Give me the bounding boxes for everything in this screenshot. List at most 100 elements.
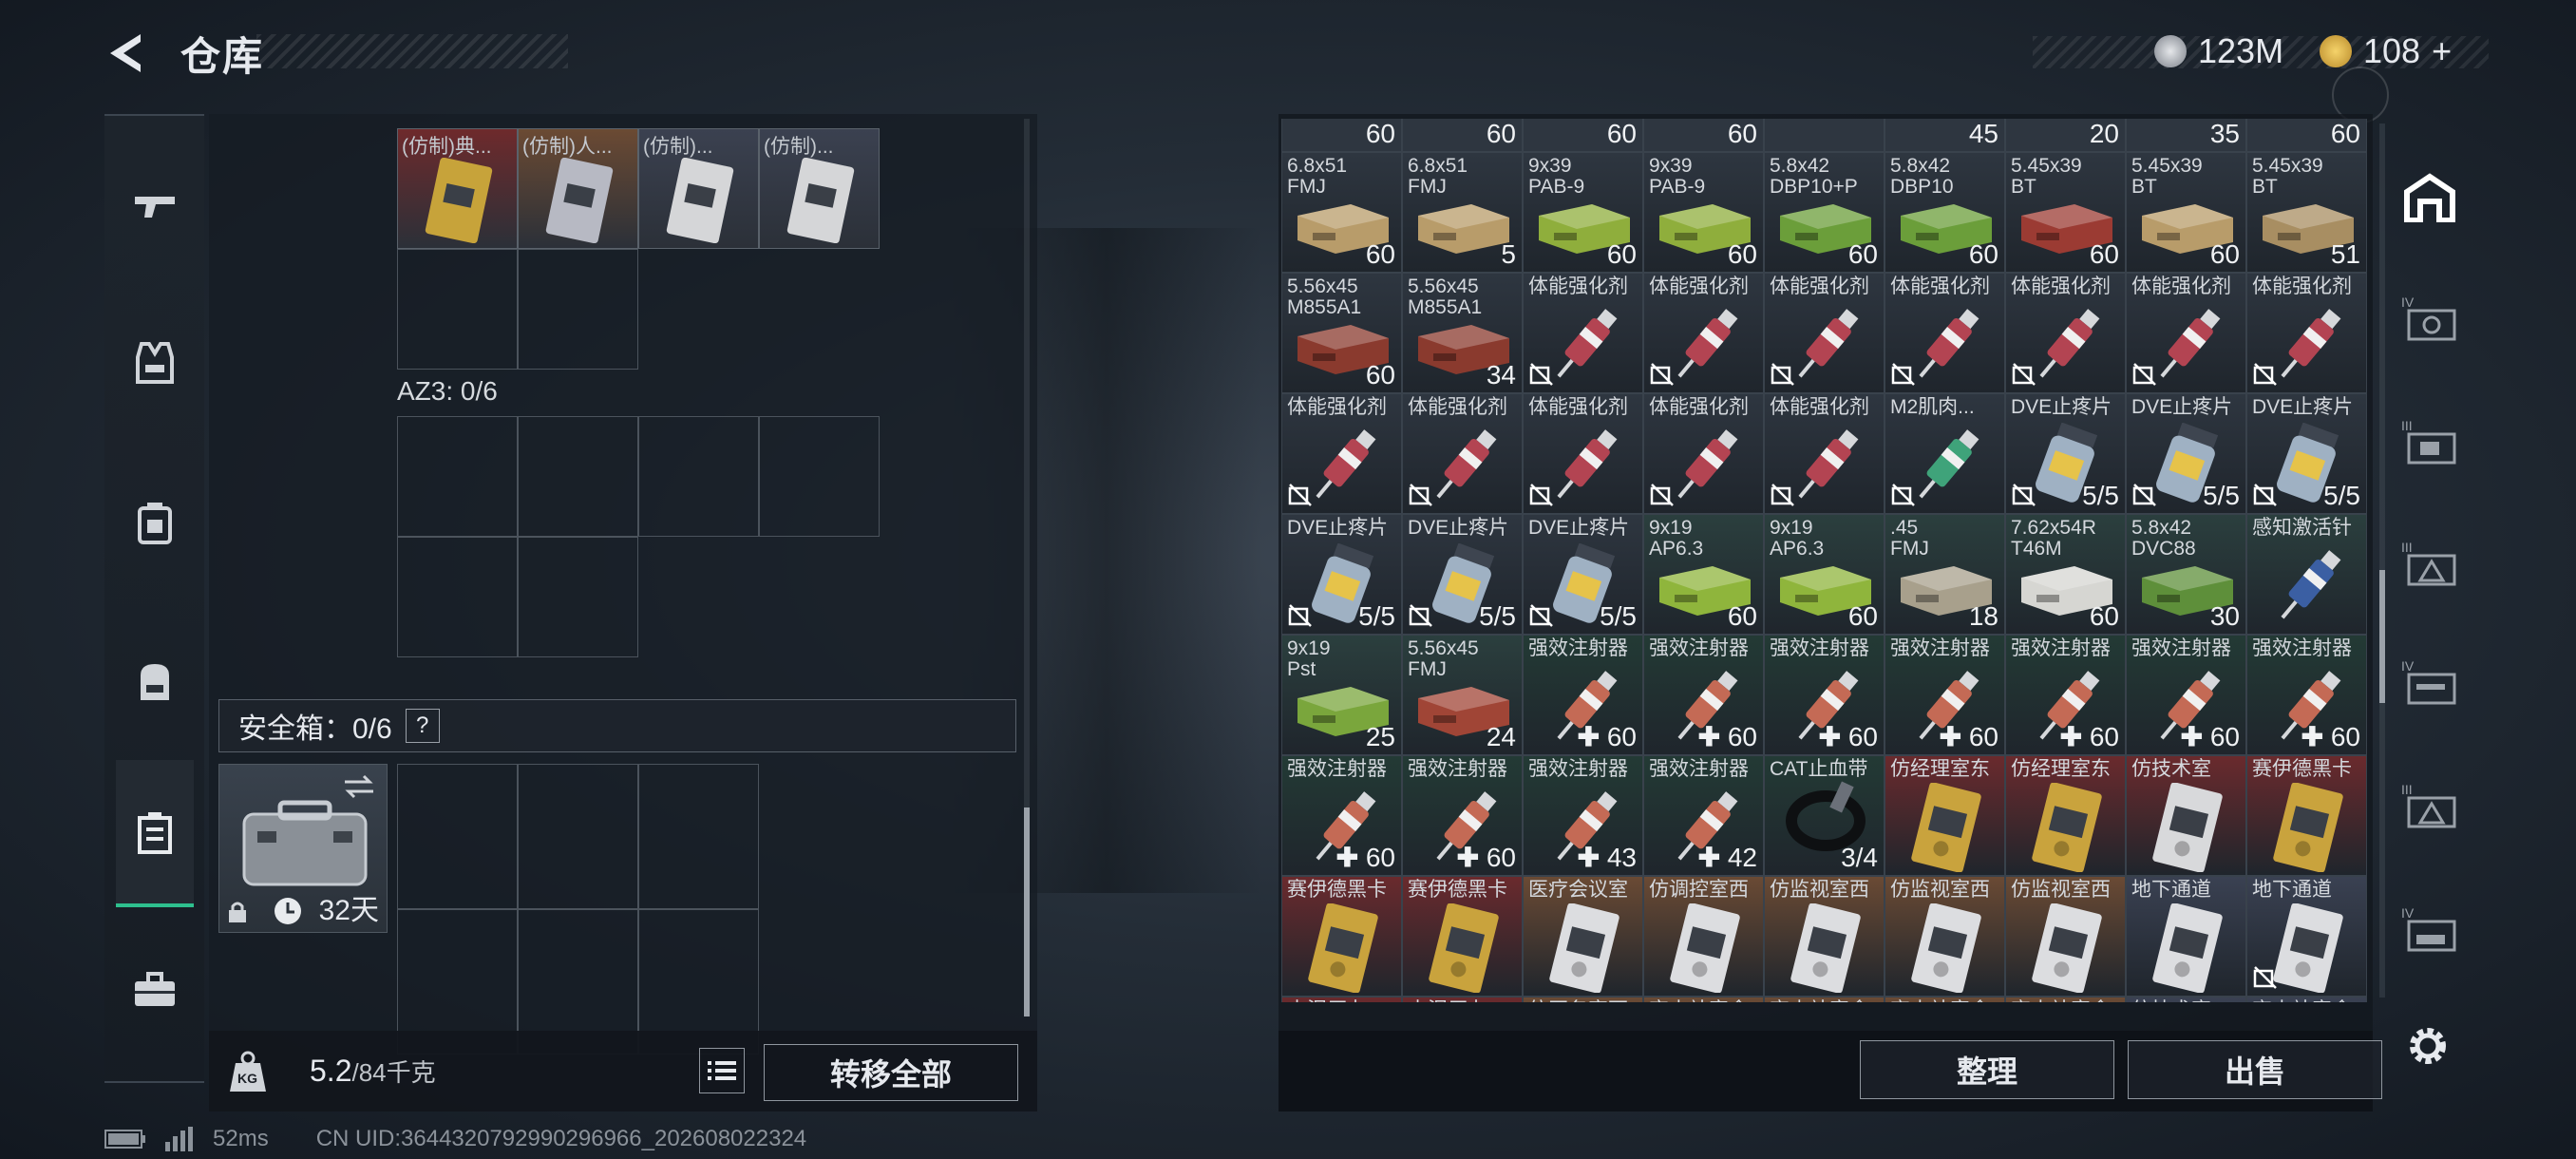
inventory-item[interactable]: 赛伊德黑卡 (2246, 755, 2367, 876)
inventory-item[interactable]: 9x19 AP6.3 60 (1764, 514, 1885, 635)
inventory-item[interactable]: 5.56x45 M855A1 60 (1281, 273, 1402, 393)
inventory-item[interactable]: 仿技术室 (2126, 997, 2246, 1002)
nav-storage-3[interactable]: III (2379, 508, 2479, 618)
inventory-item[interactable]: 强效注射器 ✚ 60 (2126, 635, 2246, 755)
empty-slot[interactable] (397, 764, 518, 909)
inventory-item[interactable]: 60 (2246, 119, 2367, 152)
inventory-item[interactable]: 地下通道 (2246, 876, 2367, 997)
inventory-item[interactable]: 20 (2005, 119, 2126, 152)
inventory-item[interactable]: 强效注射器 ✚ 60 (1643, 635, 1764, 755)
inventory-item[interactable]: 体能强化剂 (1523, 273, 1643, 393)
inventory-item[interactable]: 体能强化剂 (2005, 273, 2126, 393)
inventory-item[interactable]: 强效注射器 ✚ 60 (1523, 635, 1643, 755)
nav-vest[interactable] (104, 315, 204, 410)
settings-gear-icon[interactable] (2403, 1021, 2453, 1071)
empty-slot[interactable] (397, 249, 518, 370)
inventory-item[interactable]: M2肌肉... (1885, 393, 2005, 514)
inventory-item[interactable]: 仿医务室西 (1523, 997, 1643, 1002)
sort-button[interactable]: 整理 (1860, 1040, 2114, 1099)
inventory-item[interactable]: 5.45x39 BT 60 (2005, 152, 2126, 273)
inventory-item[interactable]: 体能强化剂 (1885, 273, 2005, 393)
left-scrollbar-thumb[interactable] (1024, 808, 1030, 1016)
inventory-item[interactable]: 9x19 AP6.3 60 (1643, 514, 1764, 635)
nav-weapon[interactable] (104, 158, 204, 253)
inventory-item[interactable]: 9x39 PAB-9 60 (1523, 152, 1643, 273)
inventory-item[interactable]: 赛伊德黑卡 (1281, 876, 1402, 997)
inventory-item[interactable]: 体能强化剂 (2246, 273, 2367, 393)
inventory-item[interactable]: 6.8x51 FMJ 60 (1281, 152, 1402, 273)
inventory-item[interactable]: 体能强化剂 (1764, 273, 1885, 393)
back-arrow-icon[interactable] (103, 28, 152, 78)
inventory-item[interactable]: 强效注射器 ✚ 60 (2246, 635, 2367, 755)
nav-storage-6[interactable]: IV (2379, 874, 2479, 983)
inventory-item[interactable]: 强效注射器 ✚ 60 (1764, 635, 1885, 755)
inventory-item[interactable]: DVE止疼片 5/5 (1523, 514, 1643, 635)
nav-storage-4[interactable]: IV (2379, 627, 2479, 736)
inventory-item[interactable]: 5.56x45 FMJ 24 (1402, 635, 1523, 755)
inventory-item[interactable]: 仿监视室西 (1764, 876, 1885, 997)
nav-storage-2[interactable]: III (2379, 387, 2479, 496)
inventory-item[interactable]: 仿监视室西 (1885, 876, 2005, 997)
inventory-item[interactable]: 变电站宿舍 (1885, 997, 2005, 1002)
inventory-item[interactable]: 5.56x45 M855A1 34 (1402, 273, 1523, 393)
inventory-item[interactable]: 医疗会议室 (1523, 876, 1643, 997)
inventory-item[interactable]: 60 (1402, 119, 1523, 152)
empty-slot[interactable] (518, 537, 638, 657)
inventory-item[interactable]: 体能强化剂 (1643, 273, 1764, 393)
inventory-item[interactable]: 60 (1523, 119, 1643, 152)
empty-slot[interactable] (638, 416, 759, 537)
empty-slot[interactable] (397, 416, 518, 537)
inventory-item[interactable]: 强效注射器 ✚ 60 (2005, 635, 2126, 755)
transfer-all-button[interactable]: 转移全部 (764, 1044, 1018, 1101)
inventory-item[interactable]: 9x19 Pst 25 (1281, 635, 1402, 755)
sell-button[interactable]: 出售 (2128, 1040, 2382, 1099)
inventory-item[interactable]: 7.62x54R T46M 60 (2005, 514, 2126, 635)
inventory-item[interactable]: 体能强化剂 (1281, 393, 1402, 514)
inventory-item[interactable]: DVE止疼片 5/5 (1281, 514, 1402, 635)
rig-item[interactable]: (仿制)... (759, 128, 880, 249)
inventory-item[interactable]: DVE止疼片 5/5 (2126, 393, 2246, 514)
currency-silver[interactable]: 123M (2154, 25, 2283, 78)
inventory-item[interactable]: 6.8x51 FMJ 5 (1402, 152, 1523, 273)
nav-storage-1[interactable]: IV (2379, 263, 2479, 372)
help-button[interactable]: ? (405, 709, 440, 743)
inventory-item[interactable]: 体能强化剂 (1764, 393, 1885, 514)
inventory-item[interactable]: 强效注射器 ✚ 43 (1523, 755, 1643, 876)
inventory-item[interactable]: 35 (2126, 119, 2246, 152)
inventory-item[interactable]: 变电站宿舍 (2246, 997, 2367, 1002)
inventory-item[interactable]: .45 FMJ 18 (1885, 514, 2005, 635)
inventory-item[interactable]: 5.8x42 DBP10 60 (1885, 152, 2005, 273)
rig-item[interactable]: (仿制)人... (518, 128, 638, 249)
inventory-item[interactable]: 60 (1643, 119, 1764, 152)
inventory-item[interactable]: 地下通道 (2126, 876, 2246, 997)
inventory-item[interactable]: 体能强化剂 (2126, 273, 2246, 393)
inventory-item[interactable]: 强效注射器 ✚ 60 (1281, 755, 1402, 876)
empty-slot[interactable] (638, 764, 759, 909)
inventory-item[interactable]: DVE止疼片 5/5 (2246, 393, 2367, 514)
inventory-item[interactable]: 强效注射器 ✚ 60 (1402, 755, 1523, 876)
inventory-item[interactable]: 仿经理室东 (2005, 755, 2126, 876)
inventory-item[interactable]: 仿监视室西 (2005, 876, 2126, 997)
safe-box-item[interactable]: 32天 (218, 764, 388, 933)
inventory-item[interactable]: 感知激活针 (2246, 514, 2367, 635)
currency-gold[interactable]: 108 + (2320, 25, 2452, 78)
inventory-item[interactable]: DVE止疼片 5/5 (2005, 393, 2126, 514)
inventory-item[interactable]: 5.45x39 BT 60 (2126, 152, 2246, 273)
nav-toolbox[interactable] (104, 942, 204, 1037)
inventory-item[interactable] (1764, 119, 1885, 152)
inventory-item[interactable]: 体能强化剂 (1402, 393, 1523, 514)
inventory-item[interactable]: 体能强化剂 (1643, 393, 1764, 514)
nav-container[interactable] (116, 760, 194, 907)
inventory-item[interactable]: 45 (1885, 119, 2005, 152)
empty-slot[interactable] (518, 416, 638, 537)
inventory-item[interactable]: CAT止血带 3/4 (1764, 755, 1885, 876)
rig-item[interactable]: (仿制)典... (397, 128, 518, 249)
list-view-button[interactable] (699, 1048, 745, 1093)
inventory-item[interactable]: 5.45x39 BT 51 (2246, 152, 2367, 273)
inventory-item[interactable]: 5.8x42 DBP10+P 60 (1764, 152, 1885, 273)
inventory-item[interactable]: 体能强化剂 (1523, 393, 1643, 514)
swap-icon[interactable] (343, 774, 375, 799)
inventory-item[interactable]: 变电站宿舍 (2005, 997, 2126, 1002)
nav-safehouse[interactable] (2379, 142, 2479, 252)
inventory-item[interactable]: 变电站宿舍 (1764, 997, 1885, 1002)
